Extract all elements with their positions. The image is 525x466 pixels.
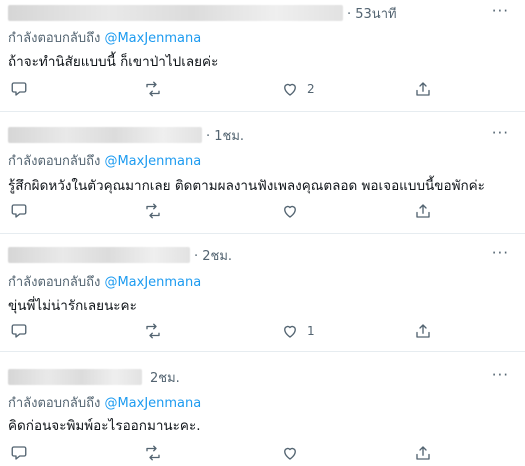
reply-item[interactable]: 2ชม. ··· กำลังตอบกลับถึง @MaxJenmana คิด…	[0, 352, 525, 466]
reply-header: · 2ชม.	[8, 246, 232, 264]
like-count: 2	[307, 82, 315, 96]
blurred-author-name	[8, 5, 343, 21]
reply-text: คิดก่อนจะพิมพ์อะไรออกมานะคะ.	[8, 418, 201, 434]
reply-button[interactable]	[10, 444, 28, 462]
retweet-button[interactable]	[144, 444, 162, 462]
reply-text: ขุ่นพี่ไม่น่ารักเลยนะคะ	[8, 298, 137, 314]
reply-header: · 53นาที	[8, 4, 397, 22]
reply-actions: 2	[0, 80, 525, 100]
more-icon[interactable]: ···	[492, 246, 509, 261]
replying-label: กำลังตอบกลับถึง	[8, 154, 101, 169]
reply-text: ถ้าจะทำนิสัยแบบนี้ ก็เขาป่าไปเลยค่ะ	[8, 54, 219, 70]
like-count: 1	[307, 324, 315, 338]
reply-item[interactable]: · 53นาที ··· กำลังตอบกลับถึง @MaxJenmana…	[0, 0, 525, 112]
share-icon	[416, 446, 430, 460]
reply-header: 2ชม.	[8, 368, 180, 386]
reply-timestamp[interactable]: 2ชม.	[150, 367, 180, 388]
share-button[interactable]	[414, 202, 432, 220]
heart-icon	[284, 325, 296, 338]
comment-icon	[11, 324, 27, 338]
replying-label: กำลังตอบกลับถึง	[8, 31, 101, 46]
blurred-author-name	[8, 369, 142, 385]
reply-item[interactable]: · 2ชม. ··· กำลังตอบกลับถึง @MaxJenmana ข…	[0, 234, 525, 352]
reply-timestamp[interactable]: · 1ชม.	[206, 125, 244, 146]
reply-button[interactable]	[10, 322, 28, 340]
comment-icon	[11, 446, 27, 460]
replying-handle-link[interactable]: @MaxJenmana	[104, 154, 201, 169]
heart-icon	[284, 83, 296, 96]
share-button[interactable]	[414, 444, 432, 462]
comment-icon	[11, 82, 27, 96]
replying-to: กำลังตอบกลับถึง @MaxJenmana	[8, 150, 201, 171]
reply-timestamp[interactable]: · 53นาที	[347, 3, 397, 24]
replying-handle-link[interactable]: @MaxJenmana	[104, 31, 201, 46]
reply-header: · 1ชม.	[8, 126, 244, 144]
more-icon[interactable]: ···	[492, 368, 509, 383]
heart-icon	[284, 447, 296, 460]
like-button[interactable]: 2	[281, 80, 315, 98]
heart-icon	[284, 205, 296, 218]
reply-actions: 1	[0, 322, 525, 342]
replying-to: กำลังตอบกลับถึง @MaxJenmana	[8, 392, 201, 413]
share-icon	[416, 324, 430, 338]
reply-feed: · 53นาที ··· กำลังตอบกลับถึง @MaxJenmana…	[0, 0, 525, 466]
share-icon	[416, 82, 430, 96]
replying-handle-link[interactable]: @MaxJenmana	[104, 396, 201, 411]
blurred-author-name	[8, 127, 202, 143]
like-button[interactable]: 1	[281, 322, 315, 340]
like-button[interactable]	[281, 202, 307, 220]
retweet-icon	[146, 323, 160, 339]
reply-timestamp[interactable]: · 2ชม.	[194, 245, 232, 266]
share-button[interactable]	[414, 80, 432, 98]
replying-handle-link[interactable]: @MaxJenmana	[104, 275, 201, 290]
retweet-icon	[146, 81, 160, 97]
retweet-button[interactable]	[144, 322, 162, 340]
retweet-button[interactable]	[144, 80, 162, 98]
more-icon[interactable]: ···	[492, 126, 509, 141]
like-button[interactable]	[281, 444, 307, 462]
retweet-icon	[146, 203, 160, 219]
replying-label: กำลังตอบกลับถึง	[8, 396, 101, 411]
more-icon[interactable]: ···	[492, 4, 509, 19]
replying-label: กำลังตอบกลับถึง	[8, 275, 101, 290]
reply-actions	[0, 202, 525, 222]
replying-to: กำลังตอบกลับถึง @MaxJenmana	[8, 27, 201, 48]
reply-actions	[0, 444, 525, 464]
reply-text: รู้สึกผิดหวังในตัวคุณมากเลย ติดตามผลงานฟ…	[8, 178, 485, 194]
retweet-icon	[146, 445, 160, 461]
retweet-button[interactable]	[144, 202, 162, 220]
blurred-author-name	[8, 247, 190, 263]
comment-icon	[11, 204, 27, 218]
reply-item[interactable]: · 1ชม. ··· กำลังตอบกลับถึง @MaxJenmana ร…	[0, 118, 525, 234]
share-button[interactable]	[414, 322, 432, 340]
share-icon	[416, 204, 430, 218]
reply-button[interactable]	[10, 80, 28, 98]
reply-button[interactable]	[10, 202, 28, 220]
replying-to: กำลังตอบกลับถึง @MaxJenmana	[8, 271, 201, 292]
